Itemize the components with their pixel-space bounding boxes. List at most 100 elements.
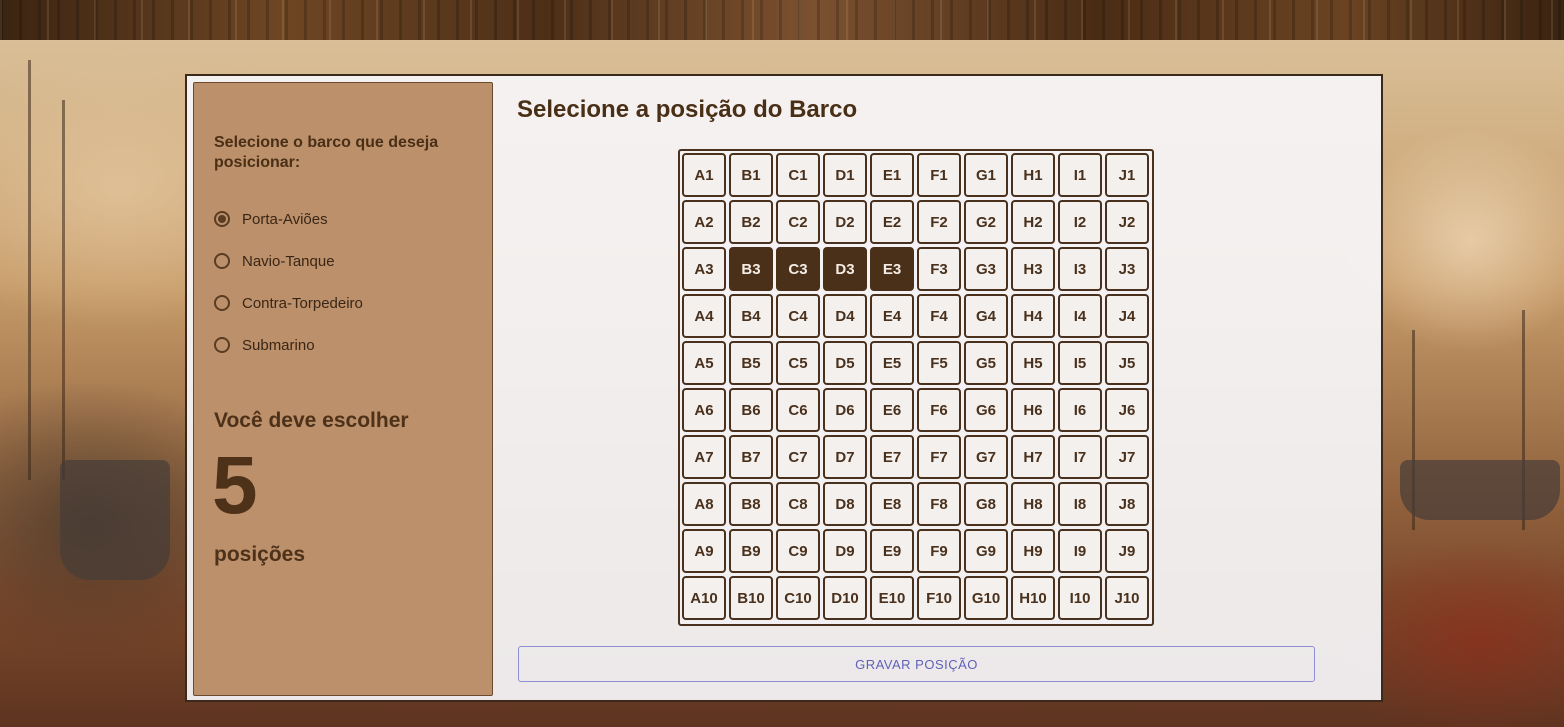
board-cell-e8[interactable]: E8 (870, 482, 914, 526)
board-cell-f6[interactable]: F6 (917, 388, 961, 432)
board-cell-g4[interactable]: G4 (964, 294, 1008, 338)
board-cell-h7[interactable]: H7 (1011, 435, 1055, 479)
board-cell-j3[interactable]: J3 (1105, 247, 1149, 291)
board-cell-e10[interactable]: E10 (870, 576, 914, 620)
board-cell-a1[interactable]: A1 (682, 153, 726, 197)
board-cell-b9[interactable]: B9 (729, 529, 773, 573)
board-cell-g2[interactable]: G2 (964, 200, 1008, 244)
ship-option-submarino[interactable]: Submarino (214, 334, 315, 356)
board-cell-h1[interactable]: H1 (1011, 153, 1055, 197)
board-cell-e7[interactable]: E7 (870, 435, 914, 479)
board-cell-f5[interactable]: F5 (917, 341, 961, 385)
board-cell-g6[interactable]: G6 (964, 388, 1008, 432)
board-cell-c4[interactable]: C4 (776, 294, 820, 338)
board-cell-b8[interactable]: B8 (729, 482, 773, 526)
board-cell-d7[interactable]: D7 (823, 435, 867, 479)
board-cell-i8[interactable]: I8 (1058, 482, 1102, 526)
board-cell-j9[interactable]: J9 (1105, 529, 1149, 573)
board-cell-j1[interactable]: J1 (1105, 153, 1149, 197)
board-cell-j8[interactable]: J8 (1105, 482, 1149, 526)
board-cell-h8[interactable]: H8 (1011, 482, 1055, 526)
board-cell-b6[interactable]: B6 (729, 388, 773, 432)
board-cell-i1[interactable]: I1 (1058, 153, 1102, 197)
board-cell-h3[interactable]: H3 (1011, 247, 1055, 291)
board-cell-j6[interactable]: J6 (1105, 388, 1149, 432)
board-cell-g3[interactable]: G3 (964, 247, 1008, 291)
board-cell-i9[interactable]: I9 (1058, 529, 1102, 573)
board-cell-a6[interactable]: A6 (682, 388, 726, 432)
board-cell-i7[interactable]: I7 (1058, 435, 1102, 479)
board-cell-e6[interactable]: E6 (870, 388, 914, 432)
board-cell-b7[interactable]: B7 (729, 435, 773, 479)
board-cell-i4[interactable]: I4 (1058, 294, 1102, 338)
board-cell-d10[interactable]: D10 (823, 576, 867, 620)
radio-unchecked-icon[interactable] (214, 295, 230, 311)
board-cell-d1[interactable]: D1 (823, 153, 867, 197)
board-cell-h5[interactable]: H5 (1011, 341, 1055, 385)
board-cell-a10[interactable]: A10 (682, 576, 726, 620)
board-cell-h2[interactable]: H2 (1011, 200, 1055, 244)
board-cell-c9[interactable]: C9 (776, 529, 820, 573)
board-cell-f8[interactable]: F8 (917, 482, 961, 526)
board-cell-a7[interactable]: A7 (682, 435, 726, 479)
ship-option-porta-avioes[interactable]: Porta-Aviões (214, 208, 328, 230)
board-cell-f7[interactable]: F7 (917, 435, 961, 479)
board-cell-a5[interactable]: A5 (682, 341, 726, 385)
board-cell-a9[interactable]: A9 (682, 529, 726, 573)
board-cell-c5[interactable]: C5 (776, 341, 820, 385)
board-cell-b3[interactable]: B3 (729, 247, 773, 291)
board-cell-j7[interactable]: J7 (1105, 435, 1149, 479)
board-cell-c2[interactable]: C2 (776, 200, 820, 244)
board-cell-c7[interactable]: C7 (776, 435, 820, 479)
board-cell-b4[interactable]: B4 (729, 294, 773, 338)
board-cell-f1[interactable]: F1 (917, 153, 961, 197)
board-cell-j5[interactable]: J5 (1105, 341, 1149, 385)
board-cell-d9[interactable]: D9 (823, 529, 867, 573)
board-cell-g5[interactable]: G5 (964, 341, 1008, 385)
board-cell-b1[interactable]: B1 (729, 153, 773, 197)
board-cell-e4[interactable]: E4 (870, 294, 914, 338)
board-cell-f4[interactable]: F4 (917, 294, 961, 338)
board-cell-e3[interactable]: E3 (870, 247, 914, 291)
board-cell-g8[interactable]: G8 (964, 482, 1008, 526)
board-cell-a4[interactable]: A4 (682, 294, 726, 338)
save-position-button[interactable]: GRAVAR POSIÇÃO (518, 646, 1315, 682)
board-cell-d4[interactable]: D4 (823, 294, 867, 338)
board-cell-g9[interactable]: G9 (964, 529, 1008, 573)
board-cell-h6[interactable]: H6 (1011, 388, 1055, 432)
board-cell-f2[interactable]: F2 (917, 200, 961, 244)
board-cell-g7[interactable]: G7 (964, 435, 1008, 479)
board-cell-e5[interactable]: E5 (870, 341, 914, 385)
board-cell-e1[interactable]: E1 (870, 153, 914, 197)
board-cell-d8[interactable]: D8 (823, 482, 867, 526)
board-cell-f3[interactable]: F3 (917, 247, 961, 291)
board-cell-e2[interactable]: E2 (870, 200, 914, 244)
board-cell-c6[interactable]: C6 (776, 388, 820, 432)
board-cell-d2[interactable]: D2 (823, 200, 867, 244)
radio-unchecked-icon[interactable] (214, 253, 230, 269)
board-cell-c8[interactable]: C8 (776, 482, 820, 526)
board-cell-c10[interactable]: C10 (776, 576, 820, 620)
board-cell-j2[interactable]: J2 (1105, 200, 1149, 244)
board-cell-a8[interactable]: A8 (682, 482, 726, 526)
board-cell-a3[interactable]: A3 (682, 247, 726, 291)
board-cell-f10[interactable]: F10 (917, 576, 961, 620)
ship-option-contra-torpedeiro[interactable]: Contra-Torpedeiro (214, 292, 363, 314)
board-cell-d3[interactable]: D3 (823, 247, 867, 291)
board-cell-c1[interactable]: C1 (776, 153, 820, 197)
board-cell-i6[interactable]: I6 (1058, 388, 1102, 432)
board-cell-i2[interactable]: I2 (1058, 200, 1102, 244)
board-cell-j10[interactable]: J10 (1105, 576, 1149, 620)
board-cell-i10[interactable]: I10 (1058, 576, 1102, 620)
board-cell-h9[interactable]: H9 (1011, 529, 1055, 573)
board-cell-i3[interactable]: I3 (1058, 247, 1102, 291)
radio-checked-icon[interactable] (214, 211, 230, 227)
board-cell-j4[interactable]: J4 (1105, 294, 1149, 338)
board-cell-b10[interactable]: B10 (729, 576, 773, 620)
board-cell-d6[interactable]: D6 (823, 388, 867, 432)
board-cell-g10[interactable]: G10 (964, 576, 1008, 620)
board-cell-c3[interactable]: C3 (776, 247, 820, 291)
ship-option-navio-tanque[interactable]: Navio-Tanque (214, 250, 335, 272)
board-cell-e9[interactable]: E9 (870, 529, 914, 573)
board-cell-d5[interactable]: D5 (823, 341, 867, 385)
